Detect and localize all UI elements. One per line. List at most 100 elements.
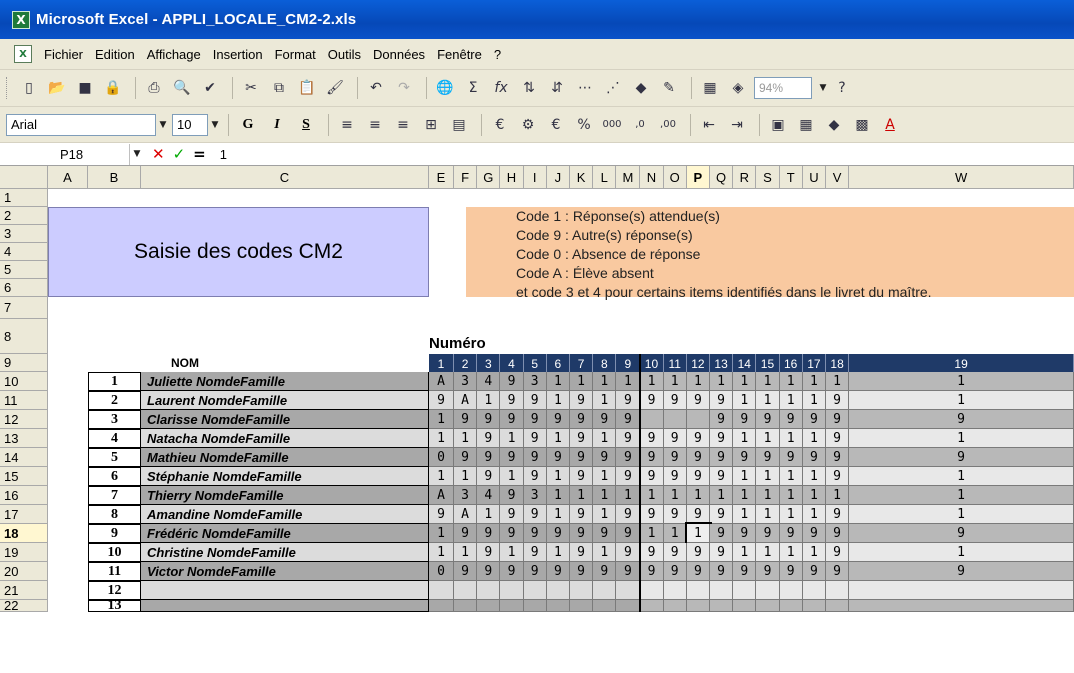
code-cell[interactable]: 1 <box>826 486 850 505</box>
code-cell[interactable]: 9 <box>849 524 1074 543</box>
code-cell[interactable]: 9 <box>454 410 478 429</box>
help-icon[interactable]: ? <box>830 76 854 100</box>
code-cell[interactable]: 9 <box>826 524 850 543</box>
code-cell[interactable] <box>802 600 826 612</box>
code-cell[interactable]: 1 <box>616 372 641 391</box>
euro-convert-icon[interactable]: ⚙ <box>516 113 540 137</box>
code-cell[interactable]: 1 <box>663 524 687 543</box>
code-cell[interactable]: 1 <box>802 372 826 391</box>
code-cell[interactable] <box>779 600 803 612</box>
name-box[interactable]: P18 <box>0 143 130 165</box>
row-header-18[interactable]: 18 <box>0 524 48 543</box>
code-cell[interactable]: 1 <box>802 391 826 410</box>
align-center-icon[interactable]: ≡ <box>363 113 387 137</box>
code-cell[interactable]: 9 <box>429 391 454 410</box>
code-cell[interactable]: 1 <box>849 505 1074 524</box>
remove-arrows-icon[interactable]: ◆ <box>629 76 653 100</box>
code-cell[interactable]: 1 <box>640 372 664 391</box>
code-cell[interactable]: 9 <box>570 524 594 543</box>
menu-format[interactable]: Format <box>273 45 318 64</box>
code-cell[interactable]: 9 <box>663 391 687 410</box>
code-cell[interactable]: 9 <box>477 543 501 562</box>
code-cell[interactable]: 9 <box>826 543 850 562</box>
euro-icon[interactable]: € <box>488 113 512 137</box>
column-header-p[interactable]: P <box>686 166 710 189</box>
column-header-c[interactable]: C <box>141 166 429 189</box>
code-cell[interactable]: 9 <box>570 467 594 486</box>
code-cell[interactable]: 9 <box>500 486 524 505</box>
code-cell[interactable]: 1 <box>802 429 826 448</box>
code-cell[interactable]: 9 <box>593 524 617 543</box>
row-header-9[interactable]: 9 <box>0 354 48 372</box>
code-cell[interactable]: 9 <box>616 505 641 524</box>
open-icon[interactable]: 📂 <box>45 76 69 100</box>
new-icon[interactable]: ▯ <box>17 76 41 100</box>
trace-precedents-icon[interactable]: ⋯ <box>573 76 597 100</box>
code-cell[interactable]: 9 <box>546 524 570 543</box>
code-cell[interactable]: 1 <box>429 467 454 486</box>
code-cell[interactable]: 4 <box>477 372 501 391</box>
code-cell[interactable]: 9 <box>710 524 734 543</box>
row-header-11[interactable]: 11 <box>0 391 48 410</box>
column-header-a[interactable]: A <box>48 166 88 189</box>
code-cell[interactable]: 9 <box>523 562 547 581</box>
code-cell[interactable]: 9 <box>570 448 594 467</box>
code-cell[interactable]: 1 <box>756 372 780 391</box>
column-header-m[interactable]: M <box>616 166 641 189</box>
code-cell[interactable]: 9 <box>710 543 734 562</box>
code-cell[interactable]: 9 <box>826 562 850 581</box>
code-cell[interactable] <box>733 600 757 612</box>
code-cell[interactable]: 1 <box>663 486 687 505</box>
menu-help[interactable]: ? <box>492 45 503 64</box>
code-cell[interactable]: 1 <box>593 467 617 486</box>
font-name-dropdown-arrow[interactable]: ▼ <box>156 115 170 135</box>
code-cell[interactable]: 1 <box>593 505 617 524</box>
menu-edition[interactable]: Edition <box>93 45 137 64</box>
code-cell[interactable]: 1 <box>849 486 1074 505</box>
code-cell[interactable] <box>640 600 664 612</box>
code-cell[interactable]: A <box>454 391 478 410</box>
code-cell[interactable]: 1 <box>500 467 524 486</box>
column-header-h[interactable]: H <box>500 166 524 189</box>
code-cell[interactable]: 1 <box>802 467 826 486</box>
code-cell[interactable]: 1 <box>570 486 594 505</box>
row-header-6[interactable]: 6 <box>0 279 48 297</box>
sort-descending-icon[interactable]: ⇵ <box>545 76 569 100</box>
row-header-22[interactable]: 22 <box>0 598 48 613</box>
code-cell[interactable] <box>849 600 1074 612</box>
code-cell[interactable]: 9 <box>477 467 501 486</box>
code-cell[interactable]: 1 <box>546 486 570 505</box>
code-cell[interactable]: 9 <box>756 562 780 581</box>
code-cell[interactable]: 1 <box>779 467 803 486</box>
student-name[interactable]: Laurent NomdeFamille <box>141 391 429 410</box>
code-cell[interactable]: 9 <box>733 448 757 467</box>
code-cell[interactable]: 1 <box>640 524 664 543</box>
autosum-icon[interactable]: Σ <box>461 76 485 100</box>
function-icon[interactable]: fx <box>489 76 513 100</box>
code-cell[interactable]: 3 <box>523 372 547 391</box>
code-cell[interactable]: 9 <box>826 391 850 410</box>
code-cell[interactable]: 9 <box>640 467 664 486</box>
code-cell[interactable]: A <box>429 372 454 391</box>
code-cell[interactable]: 1 <box>546 505 570 524</box>
row-header-4[interactable]: 4 <box>0 243 48 261</box>
code-cell[interactable]: 9 <box>454 562 478 581</box>
code-cell[interactable]: 1 <box>500 429 524 448</box>
code-cell[interactable]: 9 <box>756 448 780 467</box>
currency-icon[interactable]: € <box>544 113 568 137</box>
code-cell[interactable]: 9 <box>500 391 524 410</box>
code-cell[interactable]: 9 <box>570 410 594 429</box>
code-cell[interactable]: 9 <box>500 505 524 524</box>
code-cell[interactable] <box>826 581 850 600</box>
row-header-3[interactable]: 3 <box>0 225 48 243</box>
code-cell[interactable]: 0 <box>429 448 454 467</box>
code-cell[interactable]: 9 <box>779 524 803 543</box>
code-cell[interactable]: 1 <box>779 486 803 505</box>
code-cell[interactable]: 1 <box>429 543 454 562</box>
code-cell[interactable]: 9 <box>523 543 547 562</box>
row-header-17[interactable]: 17 <box>0 505 48 524</box>
percent-icon[interactable]: % <box>572 113 596 137</box>
code-cell[interactable]: 1 <box>454 429 478 448</box>
code-cell[interactable] <box>640 410 664 429</box>
code-cell[interactable]: 9 <box>523 524 547 543</box>
